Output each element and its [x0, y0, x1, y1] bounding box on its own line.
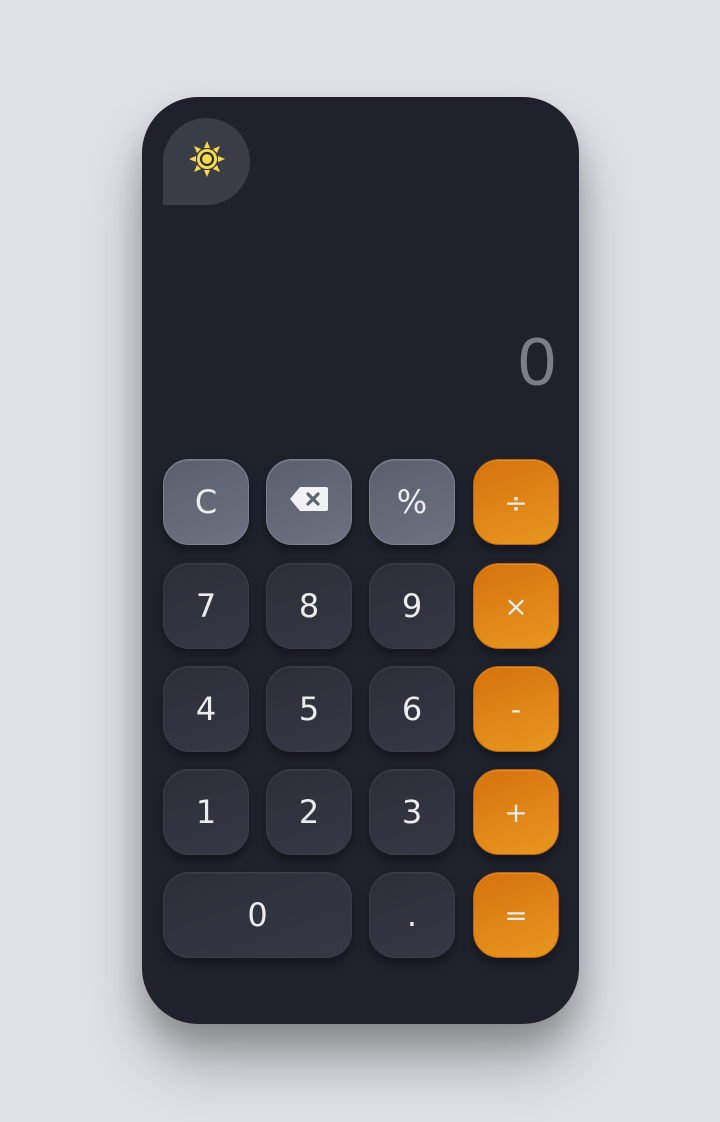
result-display: 0	[177, 317, 557, 407]
seven-label: 7	[195, 587, 217, 625]
percent-label: %	[396, 483, 428, 521]
backspace-button[interactable]	[266, 459, 352, 545]
one-button[interactable]: 1	[163, 769, 249, 855]
divide-button[interactable]: ÷	[473, 459, 559, 545]
six-label: 6	[401, 690, 423, 728]
sun-icon	[187, 139, 227, 184]
decimal-label: .	[406, 896, 418, 934]
seven-button[interactable]: 7	[163, 563, 249, 649]
display-value: 0	[518, 324, 557, 400]
six-button[interactable]: 6	[369, 666, 455, 752]
divide-label: ÷	[504, 485, 528, 519]
five-button[interactable]: 5	[266, 666, 352, 752]
equals-button[interactable]: =	[473, 872, 559, 958]
nine-button[interactable]: 9	[369, 563, 455, 649]
equals-label: =	[504, 898, 528, 932]
decimal-button[interactable]: .	[369, 872, 455, 958]
page: 0 C % ÷ 7 8 9 × 4 5 6 - 1 2 3 + 0 . =	[0, 0, 720, 1122]
multiply-label: ×	[504, 589, 528, 623]
two-button[interactable]: 2	[266, 769, 352, 855]
zero-button[interactable]: 0	[163, 872, 352, 958]
eight-button[interactable]: 8	[266, 563, 352, 649]
subtract-label: -	[510, 692, 522, 726]
eight-label: 8	[298, 587, 320, 625]
one-label: 1	[195, 793, 217, 831]
percent-button[interactable]: %	[369, 459, 455, 545]
clear-button[interactable]: C	[163, 459, 249, 545]
three-button[interactable]: 3	[369, 769, 455, 855]
backspace-icon	[288, 483, 330, 521]
subtract-button[interactable]: -	[473, 666, 559, 752]
calculator-body: 0 C % ÷ 7 8 9 × 4 5 6 - 1 2 3 + 0 . =	[142, 97, 579, 1024]
two-label: 2	[298, 793, 320, 831]
four-label: 4	[195, 690, 217, 728]
clear-label: C	[194, 483, 218, 521]
theme-toggle-button[interactable]	[163, 118, 250, 205]
three-label: 3	[401, 793, 423, 831]
multiply-button[interactable]: ×	[473, 563, 559, 649]
five-label: 5	[298, 690, 320, 728]
zero-label: 0	[247, 896, 268, 934]
four-button[interactable]: 4	[163, 666, 249, 752]
add-button[interactable]: +	[473, 769, 559, 855]
nine-label: 9	[401, 587, 423, 625]
add-label: +	[504, 795, 528, 829]
